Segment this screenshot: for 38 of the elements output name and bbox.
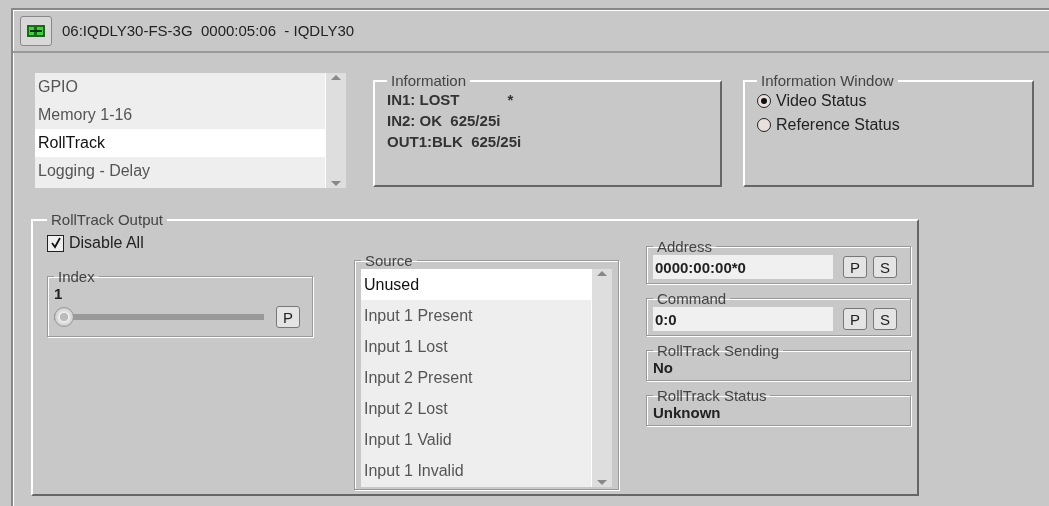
- checkmark-icon: [49, 237, 62, 249]
- scrollbar[interactable]: [325, 73, 346, 188]
- group-title: Index: [57, 268, 96, 285]
- group-title: Information Window: [760, 72, 895, 89]
- small-button[interactable]: P: [276, 306, 300, 328]
- scrollbar[interactable]: [591, 269, 612, 487]
- group-title: RollTrack Output: [50, 211, 164, 228]
- group-title: Source: [364, 252, 414, 269]
- radio-option[interactable]: Reference Status: [757, 113, 1022, 137]
- scroll-up-icon[interactable]: [330, 73, 342, 81]
- status-value: Unknown: [653, 404, 722, 421]
- small-button[interactable]: P: [843, 256, 867, 278]
- small-button[interactable]: S: [873, 256, 897, 278]
- module-button[interactable]: [20, 15, 52, 46]
- menu-item[interactable]: RollTrack: [35, 129, 325, 157]
- scroll-down-icon[interactable]: [330, 180, 342, 188]
- small-button[interactable]: S: [873, 308, 897, 330]
- status-line: IN2: OK 625/25i: [387, 111, 502, 131]
- source-item[interactable]: Unused: [361, 269, 591, 300]
- disable-all-checkbox[interactable]: Disable All: [47, 234, 327, 252]
- status-line: IN1: LOST: [387, 90, 460, 110]
- index-value: 1: [54, 285, 64, 302]
- small-button[interactable]: P: [843, 308, 867, 330]
- text-field[interactable]: 0000:00:00*0: [653, 255, 833, 279]
- scroll-up-icon[interactable]: [596, 269, 608, 277]
- group-title: Information: [390, 72, 468, 89]
- group-title: Command: [656, 290, 728, 307]
- group-title: RollTrack Sending: [656, 342, 780, 359]
- scroll-down-icon[interactable]: [596, 479, 608, 487]
- status-note: *: [507, 90, 514, 110]
- group-title: RollTrack Status: [656, 387, 768, 404]
- text-field[interactable]: 0:0: [653, 307, 833, 331]
- status-line: OUT1:BLK 625/25i: [387, 132, 523, 152]
- module-title: 06:IQDLY30-FS-3G 0000:05:06 - IQDLY30: [62, 22, 355, 39]
- circuit-board-icon: [27, 24, 45, 37]
- group-title: Address: [656, 238, 714, 255]
- radio-option[interactable]: Video Status: [757, 89, 1022, 113]
- status-value: No: [653, 359, 674, 376]
